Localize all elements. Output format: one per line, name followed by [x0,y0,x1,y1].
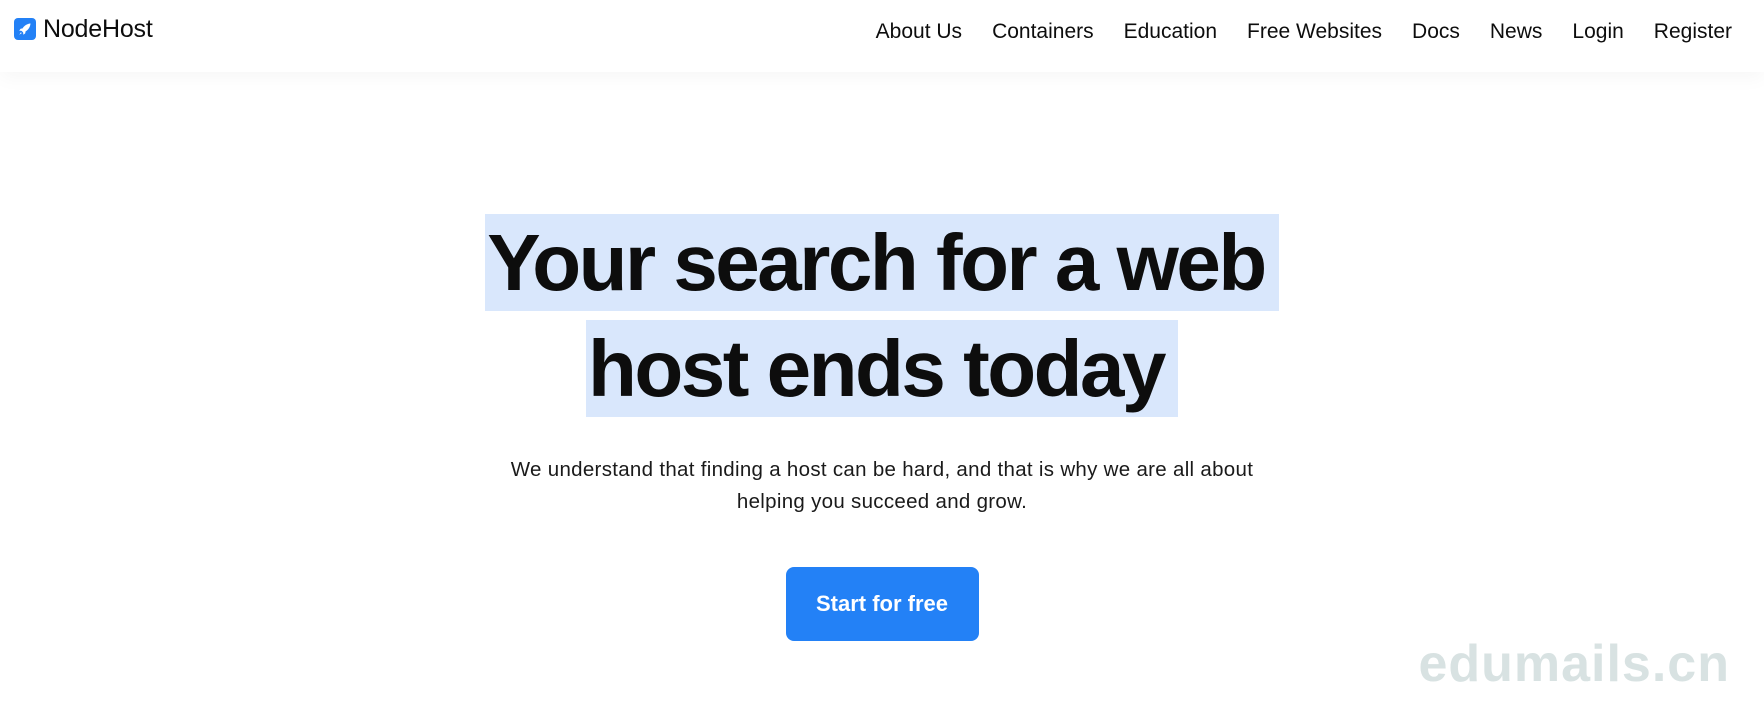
hero-section: Your search for a web host ends today We… [0,210,1764,641]
nav-item-containers[interactable]: Containers [992,19,1094,45]
nav-item-login[interactable]: Login [1572,19,1623,45]
nav-item-free-websites[interactable]: Free Websites [1247,19,1382,45]
nav-item-news[interactable]: News [1490,19,1543,45]
brand-name: NodeHost [43,15,153,43]
nav-item-about-us[interactable]: About Us [876,19,962,45]
hero-headline-text: Your search for a web host ends today [485,214,1279,417]
start-for-free-button[interactable]: Start for free [785,567,979,641]
watermark: edumails.cn [1418,635,1730,693]
hero-headline: Your search for a web host ends today [472,210,1292,422]
main-nav: About Us Containers Education Free Websi… [876,19,1732,45]
site-header: NodeHost About Us Containers Education F… [0,0,1764,72]
rocket-icon [14,18,36,40]
page: NodeHost About Us Containers Education F… [0,0,1764,711]
nav-item-education[interactable]: Education [1124,19,1217,45]
brand-logo-link[interactable]: NodeHost [14,14,153,44]
nav-item-docs[interactable]: Docs [1412,19,1460,45]
hero-subtitle: We understand that finding a host can be… [510,458,1254,513]
nav-item-register[interactable]: Register [1654,19,1732,45]
